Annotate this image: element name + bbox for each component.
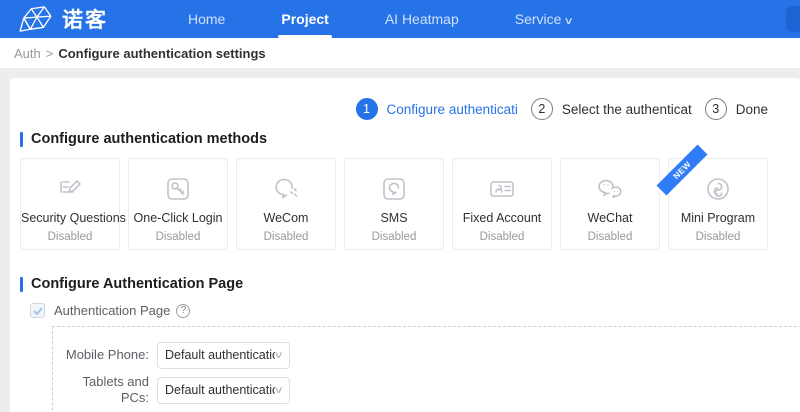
method-card-name: Fixed Account (462, 211, 542, 225)
section-accent-bar (20, 276, 23, 292)
polygon-bird-logo-icon (19, 6, 52, 32)
authentication-page-checkbox[interactable] (30, 303, 45, 318)
navbar-edge-button[interactable] (786, 6, 800, 32)
step-3-number: 3 (704, 98, 727, 120)
step-1-number: 1 (355, 98, 378, 120)
brand-name: 诺客 (62, 9, 108, 32)
method-card-status: Disabled (371, 231, 417, 243)
method-card-fixed-account[interactable]: Fixed Account Disabled (452, 158, 552, 250)
mobile-phone-select[interactable]: Default authenticatio... ∨ (157, 341, 290, 369)
edit-note-icon (21, 172, 119, 206)
step-1-label: Configure authenticati (386, 101, 518, 117)
method-card-sms[interactable]: SMS Disabled (344, 158, 444, 250)
step-3-done[interactable]: 3 Done (704, 98, 768, 120)
authentication-page-settings-panel: Mobile Phone: Default authenticatio... ∨… (52, 326, 800, 412)
tablets-pcs-select[interactable]: Default authenticatio... ∨ (157, 376, 290, 404)
method-card-name: SMS (380, 211, 408, 225)
sms-bubble-icon (345, 172, 443, 206)
breadcrumb-separator: > (45, 45, 54, 61)
method-card-one-click-login[interactable]: One-Click Login Disabled (128, 158, 228, 250)
auth-method-cards: Security Questions Disabled One-Click Lo… (10, 144, 800, 250)
auth-page-section-title: Configure Authentication Page (31, 276, 244, 292)
step-2-number: 2 (530, 98, 553, 120)
method-card-wechat[interactable]: WeChat Disabled (560, 158, 660, 250)
authentication-page-checkbox-row: Authentication Page ? (30, 303, 800, 318)
wizard-stepper: 1 Configure authenticati 2 Select the au… (10, 78, 800, 123)
method-card-wecom[interactable]: WeCom Disabled (236, 158, 336, 250)
chevron-down-icon: ∨ (563, 16, 575, 27)
method-card-mini-program[interactable]: NEW Mini Program Disabled (656, 144, 768, 250)
method-card-name: Mini Program (680, 211, 756, 225)
step-2-label: Select the authenticat (561, 101, 692, 117)
method-card-status: Disabled (587, 231, 633, 243)
step-3-label: Done (735, 101, 768, 117)
wechat-icon (561, 172, 659, 206)
breadcrumb: Auth > Configure authentication settings (0, 38, 800, 68)
tablets-pcs-row: Tablets and PCs: Default authenticatio..… (53, 374, 800, 407)
nav-item-service-label: Service (514, 11, 562, 27)
main-menu: Home Project AI Heatmap Service ∨ (160, 0, 601, 38)
method-card-status: Disabled (479, 231, 525, 243)
nav-item-home[interactable]: Home (179, 0, 234, 38)
wecom-chat-icon (237, 172, 335, 206)
method-card-name: WeChat (587, 211, 633, 225)
tablets-pcs-select-value: Default authenticatio... (165, 383, 275, 398)
page-body: 1 Configure authenticati 2 Select the au… (0, 68, 800, 412)
brand-logo[interactable]: 诺客 (16, 4, 146, 34)
mobile-phone-select-value: Default authenticatio... (165, 348, 275, 362)
method-card-name: Security Questions (21, 211, 126, 225)
tablets-pcs-label: Tablets and PCs: (82, 374, 150, 406)
page-title: Configure authentication settings (58, 45, 266, 61)
method-card-status: Disabled (695, 231, 741, 243)
section-accent-bar (20, 131, 23, 147)
id-card-icon (453, 172, 551, 206)
method-card-status: Disabled (155, 231, 201, 243)
chevron-down-icon: ∨ (272, 349, 284, 361)
key-icon (129, 172, 227, 206)
check-icon (32, 306, 43, 315)
mobile-phone-label: Mobile Phone: (65, 346, 149, 362)
step-1-configure[interactable]: 1 Configure authenticati (355, 98, 518, 120)
auth-page-section-header: Configure Authentication Page (20, 276, 800, 292)
method-card-security-questions[interactable]: Security Questions Disabled (20, 158, 126, 250)
top-navbar: 诺客 Home Project AI Heatmap Service ∨ (0, 0, 800, 38)
breadcrumb-parent[interactable]: Auth (14, 46, 41, 61)
methods-section-header: Configure authentication methods (20, 131, 800, 147)
content-card: 1 Configure authenticati 2 Select the au… (10, 78, 800, 412)
help-icon[interactable]: ? (176, 303, 191, 318)
methods-section-title: Configure authentication methods (31, 131, 268, 147)
nav-item-project[interactable]: Project (272, 0, 337, 38)
mobile-phone-row: Mobile Phone: Default authenticatio... ∨ (53, 340, 800, 370)
method-card-status: Disabled (263, 231, 309, 243)
method-card-status: Disabled (47, 231, 93, 243)
chevron-down-icon: ∨ (272, 384, 284, 396)
step-2-select[interactable]: 2 Select the authenticat (530, 98, 692, 120)
method-card-name: One-Click Login (133, 211, 223, 225)
nav-item-ai-heatmap[interactable]: AI Heatmap (376, 0, 468, 38)
authentication-page-checkbox-label: Authentication Page (54, 303, 171, 318)
nav-item-service[interactable]: Service ∨ (506, 0, 582, 38)
method-card-name: WeCom (263, 211, 309, 225)
